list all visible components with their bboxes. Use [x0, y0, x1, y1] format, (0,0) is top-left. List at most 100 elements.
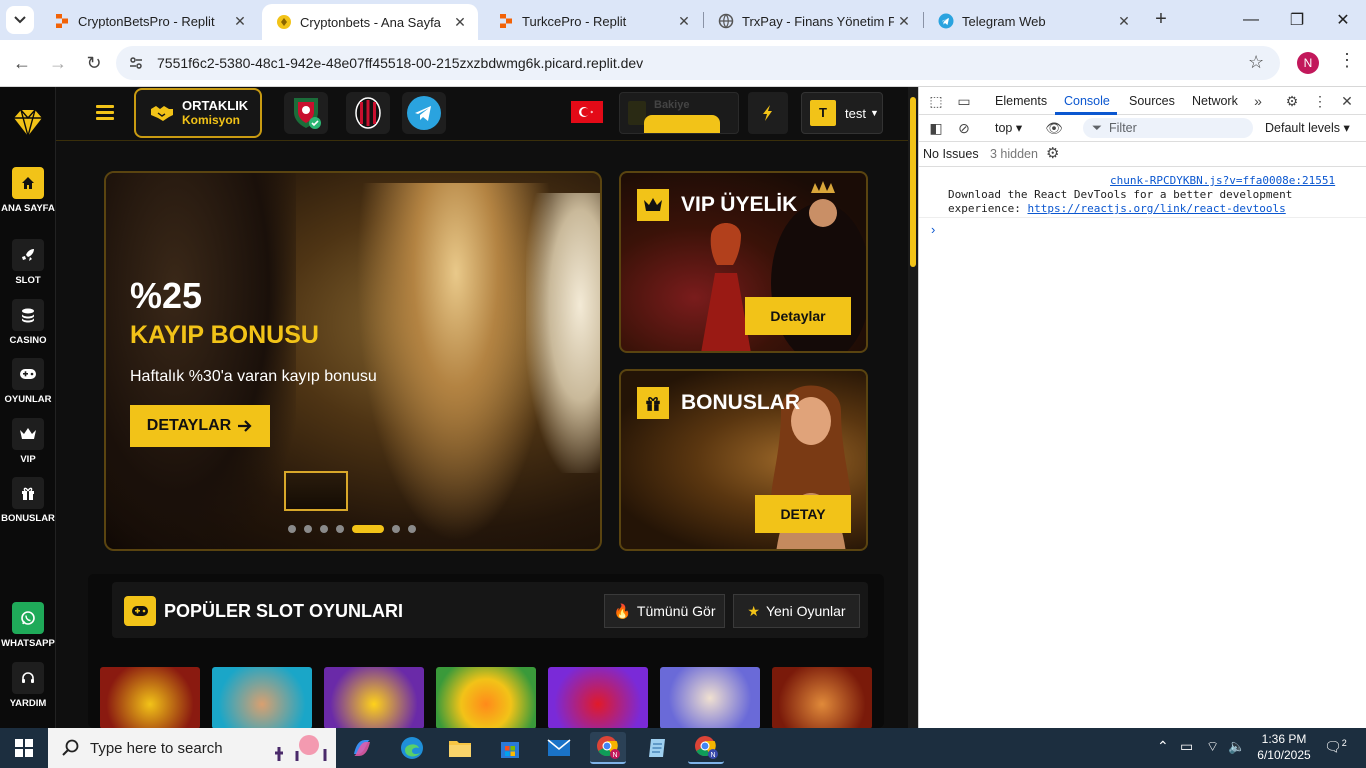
carousel-dot[interactable]	[352, 525, 384, 533]
sidebar-item-ana-sayfa[interactable]: ANA SAYFA	[0, 167, 56, 215]
close-window-button[interactable]: ✕	[1320, 0, 1366, 40]
devtools-tab-network[interactable]: Network	[1192, 94, 1238, 108]
carousel-dot[interactable]	[288, 525, 296, 533]
lightning-button[interactable]	[748, 92, 788, 134]
context-selector[interactable]: top ▾	[995, 120, 1022, 135]
console-filter-input[interactable]: ⏷ Filter	[1083, 118, 1253, 138]
address-bar[interactable]: 7551f6c2-5380-48c1-942e-48e07ff45518-00-…	[116, 46, 1280, 80]
minimize-button[interactable]: —	[1228, 0, 1274, 40]
devtools-menu-icon[interactable]: ⋮	[1311, 92, 1329, 110]
taskbar-clock[interactable]: 1:36 PM 6/10/2025	[1254, 731, 1314, 763]
new-games-button[interactable]: ★ Yeni Oyunlar	[733, 594, 860, 628]
tab-cryptonbetspro-replit[interactable]: CryptonBetsPro - Replit ✕	[40, 4, 258, 38]
view-all-button[interactable]: 🔥 Tümünü Gör	[604, 594, 725, 628]
carousel-dot[interactable]	[408, 525, 416, 533]
sidebar-item-bonuslar[interactable]: BONUSLAR	[0, 477, 56, 525]
carousel-dot[interactable]	[320, 525, 328, 533]
notifications-button[interactable]: 🗨2	[1324, 738, 1347, 756]
reload-button[interactable]: ↻	[82, 51, 106, 75]
slot-game-thumbnail[interactable]	[772, 667, 872, 728]
bonus-details-button[interactable]: DETAY	[755, 495, 851, 533]
log-source-link[interactable]: chunk-RPCDYKBN.js?v=ffa0008e:21551	[1110, 174, 1335, 187]
sidebar-item-yardim[interactable]: YARDIM	[0, 662, 56, 710]
devtools-tab-elements[interactable]: Elements	[995, 94, 1047, 108]
browser-menu-icon[interactable]: ⋮	[1338, 50, 1356, 71]
restore-button[interactable]: ❐	[1274, 0, 1320, 40]
carousel-dot[interactable]	[336, 525, 344, 533]
diamond-logo-icon[interactable]	[10, 105, 46, 141]
settings-gear-icon[interactable]: ⚙	[1283, 92, 1301, 110]
inspect-element-icon[interactable]: ⬚	[927, 92, 945, 110]
site-settings-icon[interactable]	[128, 55, 144, 71]
telegram-button[interactable]	[402, 92, 446, 134]
hero-banner[interactable]: %25 KAYIP BONUSU Haftalık %30'a varan ka…	[104, 171, 602, 551]
sidebar-item-oyunlar[interactable]: OYUNLAR	[0, 358, 56, 406]
start-button[interactable]	[0, 728, 48, 768]
balance-widget[interactable]: Bakiye	[619, 92, 739, 134]
bookmark-star-icon[interactable]: ☆	[1248, 52, 1264, 73]
close-icon[interactable]: ✕	[894, 13, 914, 30]
ortaklik-komisyon-button[interactable]: ORTAKLIK Komisyon	[134, 88, 262, 138]
profile-avatar[interactable]: N	[1297, 52, 1319, 74]
volume-icon[interactable]: 🔈	[1228, 738, 1245, 755]
new-tab-button[interactable]: +	[1150, 8, 1172, 30]
devtools-tab-sources[interactable]: Sources	[1129, 94, 1175, 108]
slot-game-thumbnail[interactable]	[660, 667, 760, 728]
scrollbar-thumb[interactable]	[910, 97, 916, 267]
console-prompt-icon[interactable]: ›	[931, 222, 935, 237]
sidebar-item-vip[interactable]: VIP	[0, 418, 56, 466]
clear-console-icon[interactable]: ⊘	[955, 119, 973, 137]
mail-app[interactable]	[541, 732, 577, 764]
network-icon[interactable]: ⌔	[1206, 738, 1219, 756]
galatasaray-shield-button[interactable]	[284, 92, 328, 134]
tab-trxpay-finans[interactable]: TrxPay - Finans Yönetim Paneli ✕	[704, 4, 922, 38]
battery-icon[interactable]: ▭	[1180, 738, 1193, 755]
back-button[interactable]: ←	[10, 51, 34, 75]
tab-turkcepro-replit[interactable]: TurkcePro - Replit ✕	[484, 4, 702, 38]
microsoft-store-app[interactable]	[492, 732, 528, 764]
device-toolbar-icon[interactable]: ▭	[955, 92, 973, 110]
chrome-app-active[interactable]: N	[590, 732, 626, 764]
log-levels-dropdown[interactable]: Default levels ▾	[1265, 120, 1350, 135]
slot-game-thumbnail[interactable]	[212, 667, 312, 728]
issues-count[interactable]: No Issues	[923, 147, 979, 161]
close-icon[interactable]: ✕	[450, 14, 470, 31]
milan-crest-button[interactable]	[346, 92, 390, 134]
tab-telegram-web[interactable]: Telegram Web ✕	[924, 4, 1142, 38]
copilot-app[interactable]	[344, 732, 380, 764]
carousel-dot[interactable]	[392, 525, 400, 533]
close-icon[interactable]: ✕	[674, 13, 694, 30]
slot-game-thumbnail[interactable]	[436, 667, 536, 728]
tab-search-button[interactable]	[6, 6, 34, 34]
devtools-tab-console[interactable]: Console	[1064, 94, 1110, 108]
eye-icon[interactable]: 👁	[1045, 119, 1063, 137]
show-hidden-icons-icon[interactable]: ⌃	[1157, 738, 1169, 755]
sidebar-item-casino[interactable]: CASINO	[0, 299, 56, 347]
tab-cryptonbets-ana-sayfa[interactable]: Cryptonbets - Ana Sayfa ✕	[262, 4, 478, 40]
slot-game-thumbnail[interactable]	[324, 667, 424, 728]
hero-details-button[interactable]: DETAYLAR	[130, 405, 270, 447]
notepad-app[interactable]	[639, 732, 675, 764]
close-icon[interactable]: ✕	[230, 13, 250, 30]
sidebar-toggle-icon[interactable]: ◧	[927, 119, 945, 137]
page-scrollbar[interactable]	[908, 87, 918, 728]
more-tabs-icon[interactable]: »	[1249, 92, 1267, 110]
carousel-dot[interactable]	[304, 525, 312, 533]
vip-details-button[interactable]: Detaylar	[745, 297, 851, 335]
slot-game-thumbnail[interactable]	[100, 667, 200, 728]
chrome-app[interactable]: N	[688, 732, 724, 764]
close-devtools-icon[interactable]: ✕	[1338, 92, 1356, 110]
edge-app[interactable]	[394, 732, 430, 764]
turkish-flag-icon[interactable]	[571, 101, 603, 123]
sidebar-item-whatsapp[interactable]: WHATSAPP	[0, 602, 56, 650]
slot-game-thumbnail[interactable]	[548, 667, 648, 728]
close-icon[interactable]: ✕	[1114, 13, 1134, 30]
sidebar-item-slot[interactable]: SLOT	[0, 239, 56, 287]
bonuslar-card[interactable]: BONUSLAR DETAY	[619, 369, 868, 551]
hamburger-menu-icon[interactable]	[96, 105, 114, 121]
vip-card[interactable]: VIP ÜYELİK Detaylar	[619, 171, 868, 353]
forward-button[interactable]: →	[46, 51, 70, 75]
console-settings-icon[interactable]: ⚙	[1046, 144, 1059, 162]
deposit-button[interactable]	[644, 115, 720, 133]
taskbar-search-box[interactable]: Type here to search	[48, 728, 336, 768]
